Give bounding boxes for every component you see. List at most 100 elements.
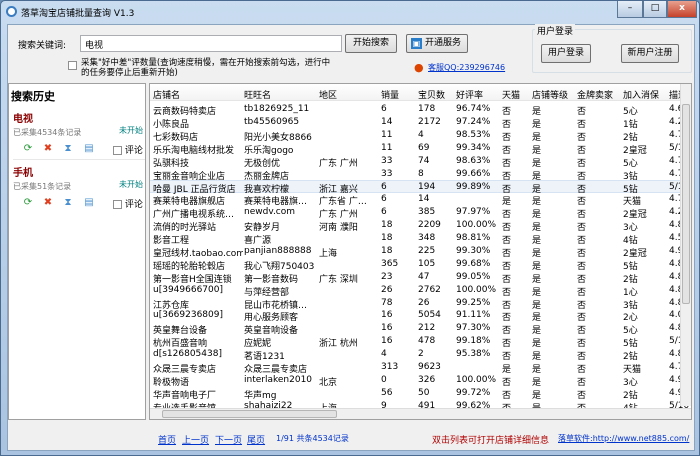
double-click-hint: 双击列表可打开店铺详细信息 xyxy=(432,436,550,446)
table-row[interactable]: 小陈良品tb4556096514217297.24%否是否1钻4.21 xyxy=(150,116,689,130)
cell-sales: 6 xyxy=(381,194,387,205)
column-header-rating[interactable]: 好评率 xyxy=(456,88,500,101)
table-row[interactable]: 影音工程喜广源1834898.81%否是否4钻4.52 xyxy=(150,232,689,246)
column-header-wangwang-name[interactable]: 旺旺名 xyxy=(244,88,318,101)
column-header-sales[interactable]: 销量 xyxy=(381,88,416,101)
review-checkbox[interactable] xyxy=(113,200,122,209)
last-page-link[interactable]: 尾页 xyxy=(247,433,265,446)
export-icon[interactable]: ⧗ xyxy=(63,144,73,154)
export-icon[interactable]: ⧗ xyxy=(63,198,73,208)
table-row[interactable]: 弘骐科技无极创优广东 广州337498.63%否是否5心4.76 xyxy=(150,155,689,169)
cell-sales: 0 xyxy=(381,374,387,385)
table-row[interactable]: 江苏仓库昆山市花桥镇…782699.25%否是否3钻4.81 xyxy=(150,297,689,311)
shop-results-table[interactable]: 店铺名 旺旺名 地区 销量 宝贝数 好评率 天猫 店铺等级 金牌卖家 加入消保 描述 云商数码特卖店… xyxy=(149,83,692,420)
refresh-icon[interactable]: ⟳ xyxy=(23,198,33,208)
history-status: 未开始 xyxy=(119,180,143,189)
column-header-tmall[interactable]: 天猫 xyxy=(502,88,530,101)
history-item[interactable]: 手机 已采集51条记录 未开始 ⟳ ✖ ⧗ ▤ 评论 xyxy=(13,164,145,214)
search-keyword-label: 搜索关键词: xyxy=(18,41,67,51)
close-button[interactable]: x xyxy=(667,1,697,18)
table-row[interactable]: 英皇舞台设备英皇音响设备1621297.30%否是否5心4.89 xyxy=(150,322,689,336)
qq-support-link[interactable]: 客服QQ:239296746 xyxy=(428,62,505,73)
start-search-button[interactable]: 开始搜索 xyxy=(345,34,397,53)
vertical-scroll-thumb[interactable] xyxy=(682,104,690,304)
table-row[interactable]: u[3949666700]与萍经营部262762100.00%否是否1心4.86 xyxy=(150,284,689,298)
cell-rating: 99.25% xyxy=(456,297,491,308)
login-group-title: 用户登录 xyxy=(535,24,576,37)
table-row[interactable]: 七彩数码店阳光小美女886611498.53%否是否2钻4.72 xyxy=(150,129,689,143)
horizontal-scroll-thumb[interactable] xyxy=(162,410,337,418)
cell-item-count: 26 xyxy=(418,297,430,308)
open-service-button[interactable]: ▣ 开通服务 xyxy=(406,34,468,53)
table-row[interactable]: 广州广播电视系统… newdv.com 广东 广州 6 385 97.97% 否是否 2皇冠 4… xyxy=(150,206,686,220)
cell-item-count: 8 xyxy=(418,168,424,179)
table-row[interactable]: 哈曼 JBL 正品行货店我喜欢柠檬浙江 嘉兴619499.89%否是否5钻5/1… xyxy=(150,180,689,195)
column-header-shop-name[interactable]: 店铺名 xyxy=(153,88,243,101)
column-header-gold-seller[interactable]: 金牌卖家 xyxy=(577,88,621,101)
cell-sales: 16 xyxy=(381,336,393,347)
column-header-item-count[interactable]: 宝贝数 xyxy=(418,88,454,101)
search-input[interactable]: 电视 xyxy=(80,35,342,52)
refresh-icon[interactable]: ⟳ xyxy=(23,144,33,154)
column-header-shop-level[interactable]: 店铺等级 xyxy=(532,88,576,101)
cell-item-count: 348 xyxy=(418,233,436,243)
cell-sales: 33 xyxy=(381,155,393,166)
table-row[interactable]: 流俏的时光驿站安静岁月河南 濮阳182209100.00%否是否3心4.84 xyxy=(150,219,689,233)
table-row[interactable]: 杭州百盛音响应妮妮浙江 杭州1647899.18%否是否5钻5/10 xyxy=(150,335,689,349)
cell-sales: 56 xyxy=(381,387,393,398)
table-row[interactable]: 乐乐淘电脑线材批发乐乐淘gogo116999.34%否是否2皇冠5/10 xyxy=(150,142,689,156)
review-option[interactable]: 评论 xyxy=(113,143,143,156)
next-page-link[interactable]: 下一页 xyxy=(215,433,242,446)
table-row[interactable]: 众晟三晨专卖店众晟三晨专卖店3139623是是否天猫4.79 xyxy=(150,361,689,375)
cell-item-count: 69 xyxy=(418,142,430,153)
app-window: 落草淘宝店铺批量查询 V1.3 – □ x 搜索关键词: 电视 开始搜索 ▣ 开… xyxy=(0,0,700,456)
column-header-region[interactable]: 地区 xyxy=(319,88,379,101)
table-row[interactable]: 宝丽金音响企业店杰丽金牌店33899.66%否是否3钻4.79 xyxy=(150,168,689,182)
login-button[interactable]: 用户登录 xyxy=(541,44,591,63)
website-link[interactable]: 落草软件:http://www.net885.com/ xyxy=(558,433,689,444)
view-list-icon[interactable]: ▤ xyxy=(84,198,94,208)
cell-rating: 95.38% xyxy=(456,349,491,360)
table-row[interactable]: 皇冠线材.taobao.com panjian888888 上海 18 225 99.30… xyxy=(150,245,689,259)
table-row[interactable]: d[s126805438]茗语12314295.38%否是否2钻4.84 xyxy=(150,348,689,362)
maximize-button[interactable]: □ xyxy=(643,1,667,18)
cell-sales: 33 xyxy=(381,168,393,179)
collect-reviews-checkbox[interactable] xyxy=(68,61,77,70)
first-page-link[interactable]: 首页 xyxy=(158,433,176,446)
collect-reviews-option[interactable]: 采集"好中差"评数量(查询速度稍慢，需在开始搜索前勾选，进行中的任务要停止后重新… xyxy=(68,58,333,78)
horizontal-scrollbar[interactable] xyxy=(150,408,691,419)
cell-rating: 99.68% xyxy=(456,258,491,269)
table-row[interactable]: 聆极物语interlaken2010北京0326100.00%否是否3心4.91 xyxy=(150,374,689,388)
delete-icon[interactable]: ✖ xyxy=(43,144,53,154)
register-button[interactable]: 新用户注册 xyxy=(621,44,679,63)
table-row[interactable]: 瑶瑶的轮胎轮毂店我心飞翔75040336510599.68%否是否5钻4.88 xyxy=(150,258,689,272)
cell-item-count: 2209 xyxy=(418,220,441,231)
qq-penguin-icon: ● xyxy=(414,61,424,74)
prev-page-link[interactable]: 上一页 xyxy=(182,433,209,446)
table-row[interactable]: u[3669236809]用心服务顾客16505491.11%否是否2心4.07 xyxy=(150,309,689,323)
cell-item-count: 385 xyxy=(418,207,436,218)
search-history-panel: 搜索历史 电视 已采集4534条记录 未开始 ⟳ ✖ ⧗ ▤ 评论 手机 已采集… xyxy=(8,83,146,420)
cell-rating: 99.89% xyxy=(456,182,491,193)
minimize-button[interactable]: – xyxy=(617,1,643,18)
view-list-icon[interactable]: ▤ xyxy=(84,144,94,154)
cell-sales: 23 xyxy=(381,271,393,282)
cell-item-count: 326 xyxy=(418,374,436,385)
table-row[interactable]: 第一影音H全国连锁第一影音数码广东 深圳234799.05%否是否2钻4.88 xyxy=(150,271,689,285)
table-row[interactable]: 华声音响电子厂华声mg565099.72%否是否2钻4.98 xyxy=(150,387,689,401)
table-row[interactable]: 赛莱特电器旗舰店 赛莱特电器旗… 广东省 广… 6 14 是是否天猫 4.7 xyxy=(150,193,683,207)
vertical-scrollbar[interactable] xyxy=(680,84,691,406)
column-header-consumer-protection[interactable]: 加入消保 xyxy=(623,88,667,101)
delete-icon[interactable]: ✖ xyxy=(43,198,53,208)
table-row[interactable]: 云商数码特卖店tb1826925_11617896.74%否是否5心4.69 xyxy=(150,103,689,117)
window-title: 落草淘宝店铺批量查询 V1.3 xyxy=(21,9,135,19)
cell-item-count: 478 xyxy=(418,336,436,347)
cell-wangwang-name: interlaken2010 xyxy=(244,374,313,385)
cell-sales: 18 xyxy=(381,220,393,231)
cell-item-count: 9623 xyxy=(418,362,441,372)
review-option[interactable]: 评论 xyxy=(113,197,143,210)
review-checkbox[interactable] xyxy=(113,146,122,155)
cell-sales: 14 xyxy=(381,116,393,127)
history-item[interactable]: 电视 已采集4534条记录 未开始 ⟳ ✖ ⧗ ▤ 评论 xyxy=(13,110,145,160)
cell-item-count: 225 xyxy=(418,245,436,256)
